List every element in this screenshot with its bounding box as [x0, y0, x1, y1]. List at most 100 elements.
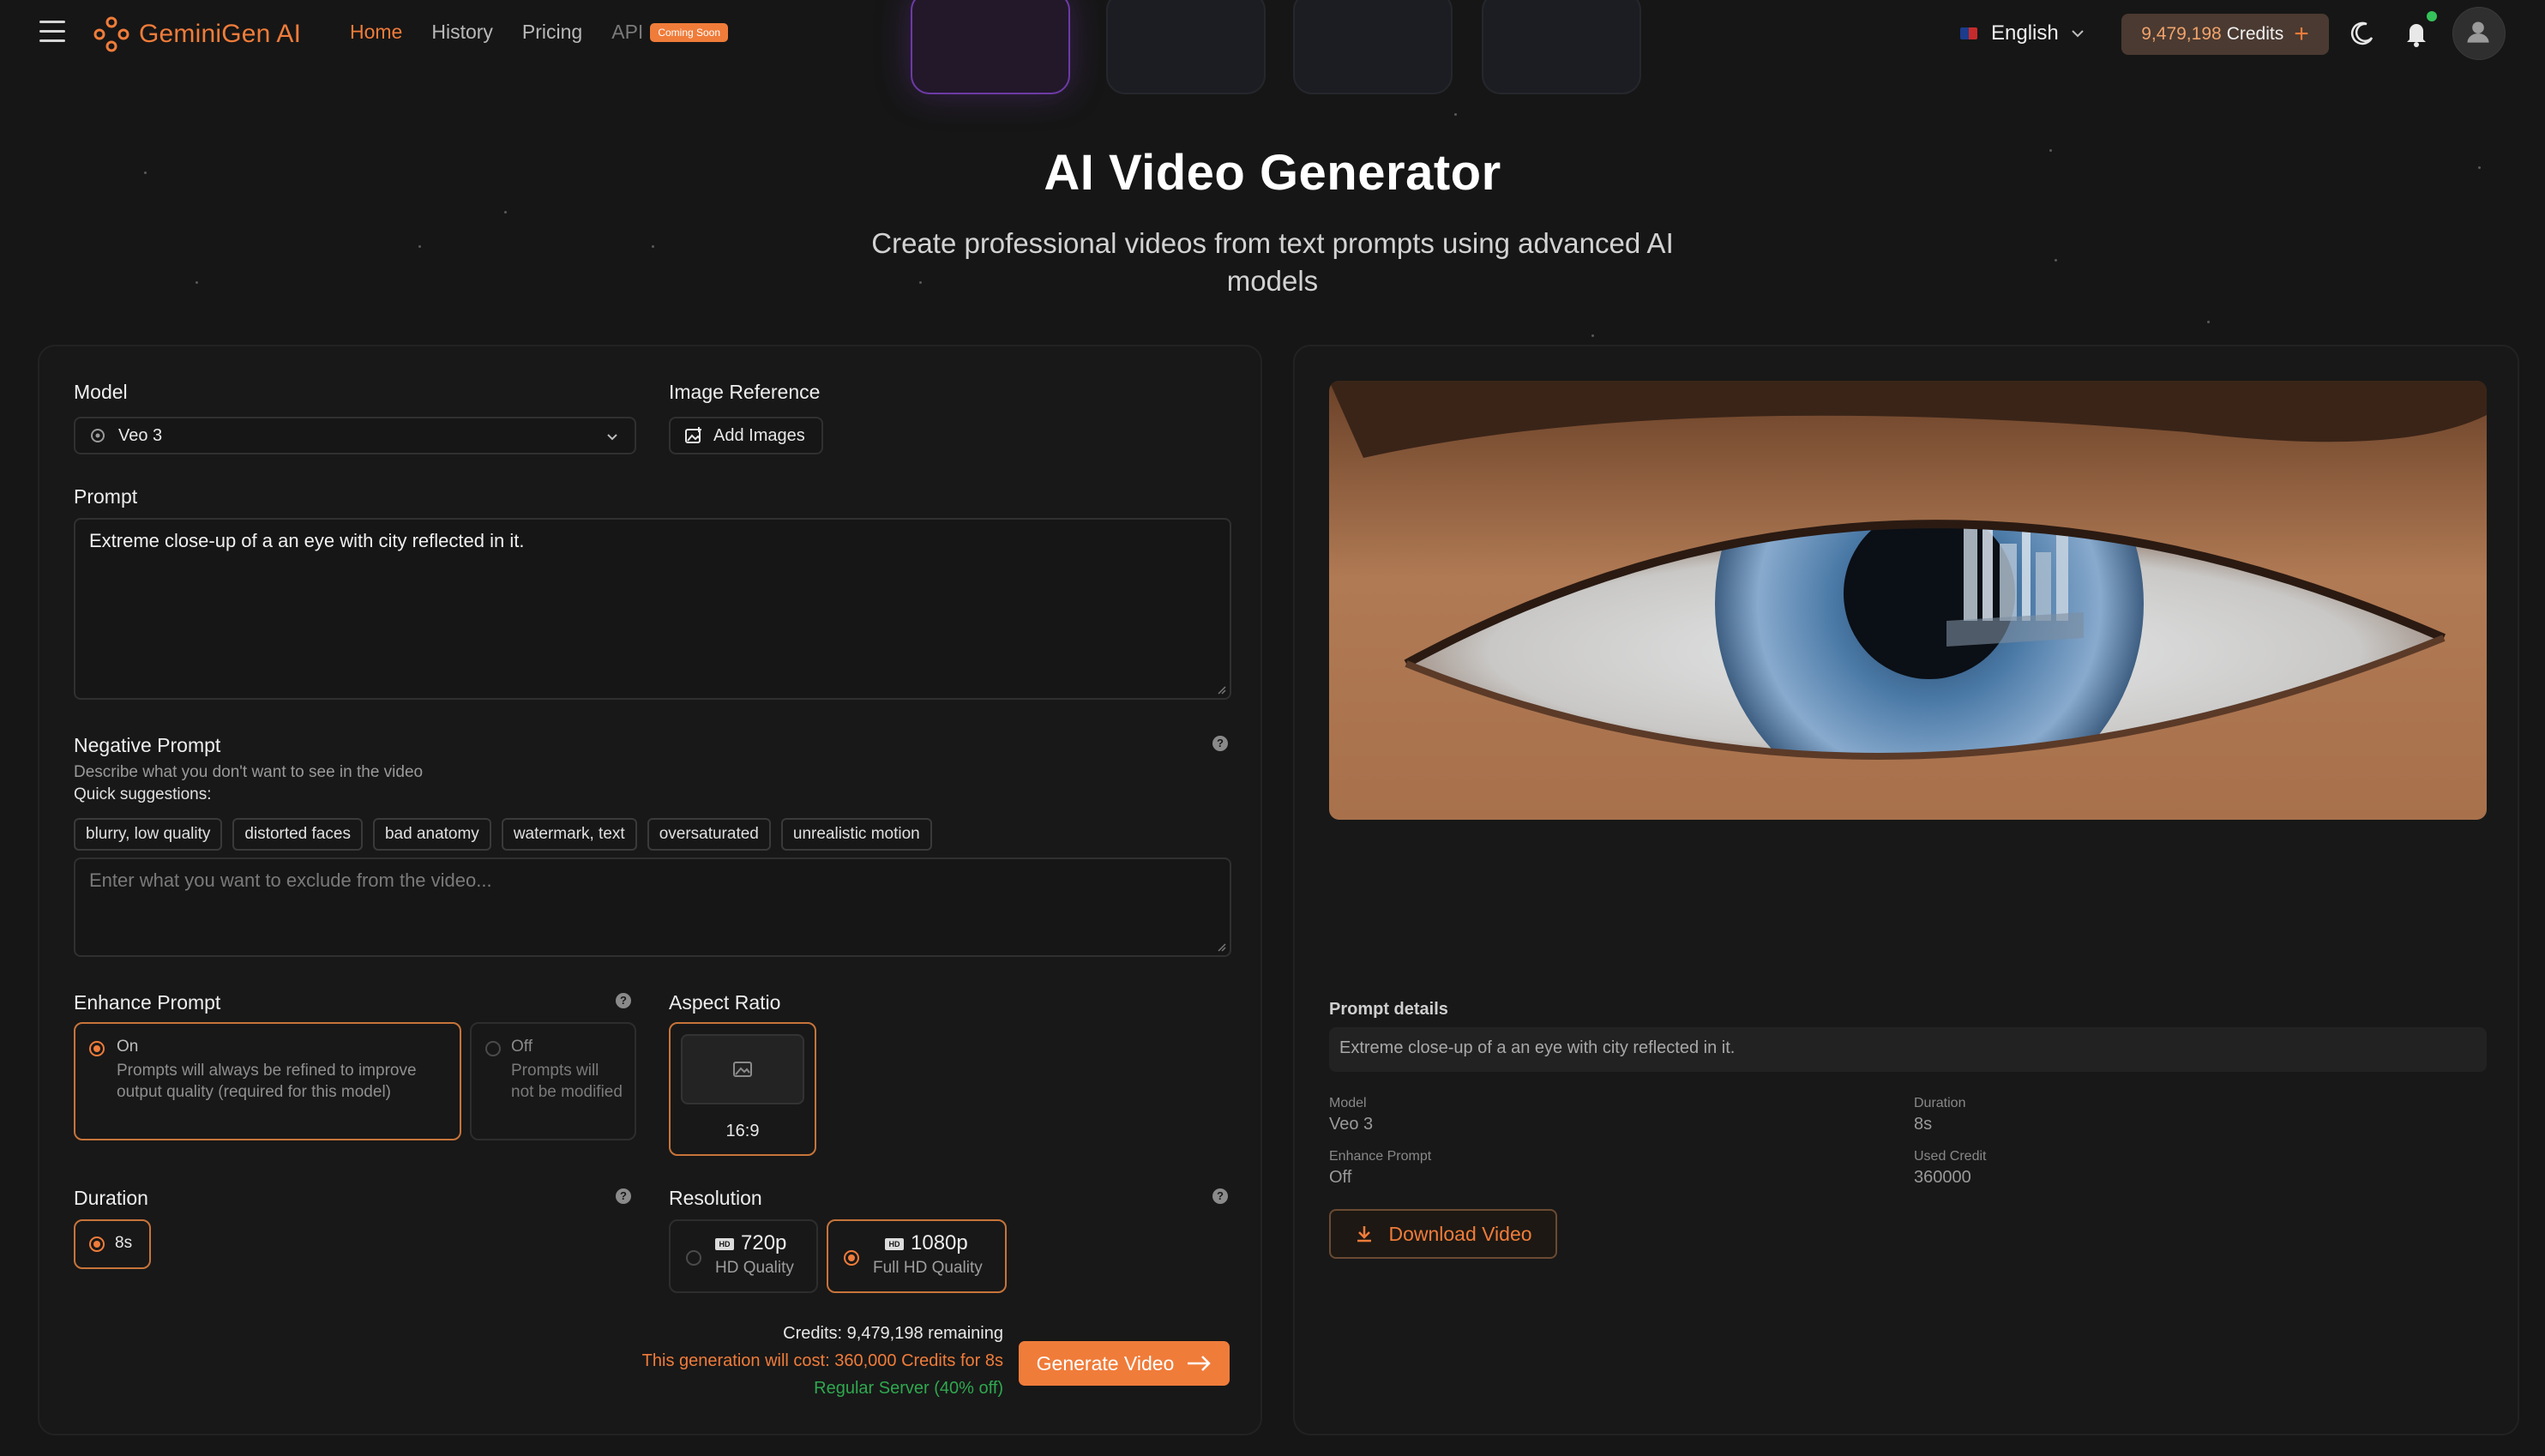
nav-links: Home History Pricing API Coming Soon: [350, 21, 729, 44]
moon-icon[interactable]: [2346, 17, 2379, 50]
video-preview[interactable]: [1329, 381, 2487, 820]
coming-soon-badge: Coming Soon: [650, 22, 729, 42]
enhance-on-radio[interactable]: [89, 1041, 105, 1056]
suggestion-chip[interactable]: watermark, text: [501, 818, 637, 851]
brand-name: GeminiGen AI: [139, 20, 302, 48]
resolution-720-subtitle: HD Quality: [715, 1259, 794, 1277]
image-reference-label: Image Reference: [669, 381, 821, 403]
enhance-on-description: Prompts will always be refined to improv…: [117, 1062, 417, 1101]
help-icon[interactable]: ?: [1212, 1188, 1228, 1204]
download-video-label: Download Video: [1388, 1222, 1532, 1245]
duration-label: Duration: [74, 1187, 148, 1209]
duration-radio[interactable]: [89, 1236, 105, 1252]
enhance-on-option[interactable]: On Prompts will always be refined to imp…: [74, 1022, 461, 1140]
plus-icon: +: [2294, 20, 2309, 48]
help-icon[interactable]: ?: [1212, 736, 1228, 751]
resolution-720-radio[interactable]: [686, 1250, 701, 1266]
chevron-down-icon: [2072, 30, 2084, 38]
nav-link-history[interactable]: History: [431, 21, 493, 44]
resize-handle-icon[interactable]: [1216, 942, 1226, 952]
add-images-label: Add Images: [713, 425, 805, 445]
duration-option[interactable]: 8s: [74, 1219, 151, 1269]
prompt-label: Prompt: [74, 485, 138, 508]
generation-cost-text: This generation will cost: 360,000 Credi…: [641, 1351, 1003, 1370]
quick-suggestions-label: Quick suggestions:: [74, 785, 212, 803]
brand-logo[interactable]: GeminiGen AI: [93, 15, 301, 53]
resize-handle-icon[interactable]: [1216, 684, 1226, 695]
credits-button[interactable]: 9,479,198 Credits +: [2121, 14, 2329, 55]
suggestion-chip[interactable]: bad anatomy: [372, 818, 491, 851]
aspect-ratio-label: Aspect Ratio: [669, 991, 781, 1014]
enhance-off-radio[interactable]: [485, 1041, 501, 1056]
server-info-text: Regular Server (40% off): [814, 1379, 1003, 1398]
hd-icon: HD: [715, 1238, 734, 1250]
duration-value: 8s: [115, 1234, 133, 1252]
model-label: Model: [74, 381, 128, 403]
resolution-1080-subtitle: Full HD Quality: [873, 1259, 983, 1277]
suggestion-chip[interactable]: unrealistic motion: [780, 818, 932, 851]
meta-duration-value: 8s: [1914, 1115, 1933, 1134]
nav-link-home[interactable]: Home: [350, 21, 402, 44]
meta-duration-key: Duration: [1914, 1096, 1966, 1110]
resolution-1080-option[interactable]: HD 1080p Full HD Quality: [827, 1219, 1007, 1293]
page-title: AI Video Generator: [1044, 145, 1501, 201]
model-select[interactable]: Veo 3: [74, 417, 636, 454]
meta-enhance-key: Enhance Prompt: [1329, 1149, 1432, 1164]
negative-prompt-label: Negative Prompt: [74, 734, 221, 756]
aspect-ratio-preview: [681, 1034, 804, 1104]
page-subtitle: Create professional videos from text pro…: [871, 227, 1674, 297]
language-selector[interactable]: English: [1960, 17, 2085, 50]
negative-prompt-textarea[interactable]: Enter what you want to exclude from the …: [74, 857, 1231, 957]
menu-icon[interactable]: [39, 21, 65, 46]
image-add-icon: [685, 427, 701, 443]
meta-used-credit-key: Used Credit: [1914, 1149, 1987, 1164]
hd-icon: HD: [885, 1238, 904, 1250]
suggestion-chip[interactable]: oversaturated: [647, 818, 771, 851]
nav-link-api[interactable]: API Coming Soon: [611, 21, 729, 44]
nav-link-pricing[interactable]: Pricing: [522, 21, 582, 44]
suggestion-chips: blurry, low quality distorted faces bad …: [74, 818, 942, 851]
resolution-1080-title-text: 1080p: [911, 1231, 968, 1254]
enhance-off-title: Off: [511, 1038, 532, 1056]
add-images-button[interactable]: Add Images: [669, 417, 823, 454]
help-icon[interactable]: ?: [616, 993, 631, 1008]
resolution-720-title-text: 720p: [741, 1231, 787, 1254]
resolution-1080-title: HD 1080p: [885, 1231, 968, 1255]
resolution-1080-radio[interactable]: [844, 1250, 859, 1266]
enhance-on-title: On: [117, 1038, 139, 1056]
arrow-right-icon: [1188, 1356, 1212, 1371]
result-panel: Prompt details Extreme close-up of a an …: [1293, 345, 2519, 1435]
prompt-details-value: Extreme close-up of a an eye with city r…: [1329, 1027, 2487, 1072]
meta-enhance-value: Off: [1329, 1168, 1352, 1187]
aspect-ratio-option[interactable]: 16:9: [669, 1022, 816, 1156]
credits-value: 9,479,198: [2141, 24, 2222, 44]
meta-model-key: Model: [1329, 1096, 1367, 1110]
top-navigation: GeminiGen AI Home History Pricing API Co…: [0, 0, 2545, 69]
meta-model-value: Veo 3: [1329, 1115, 1374, 1134]
avatar[interactable]: [2452, 7, 2506, 60]
generator-form-panel: Model Veo 3 Image Reference Add Images P…: [38, 345, 1262, 1435]
prompt-details-label: Prompt details: [1329, 1000, 1448, 1019]
resolution-720-title: HD 720p: [715, 1231, 786, 1255]
video-preview-image: [1329, 381, 2487, 820]
prompt-textarea[interactable]: Extreme close-up of a an eye with city r…: [74, 518, 1231, 700]
download-video-button[interactable]: Download Video: [1329, 1209, 1557, 1259]
negative-prompt-placeholder: Enter what you want to exclude from the …: [89, 869, 492, 891]
credits-label: Credits: [2226, 24, 2284, 44]
resolution-label: Resolution: [669, 1187, 762, 1209]
language-label: English: [1991, 21, 2059, 45]
credits-remaining-text: Credits: 9,479,198 remaining: [783, 1324, 1003, 1343]
nav-api-label: API: [611, 21, 644, 43]
generate-video-button[interactable]: Generate Video: [1019, 1341, 1230, 1386]
suggestion-chip[interactable]: blurry, low quality: [74, 818, 223, 851]
enhance-prompt-label: Enhance Prompt: [74, 991, 221, 1014]
download-icon: [1357, 1226, 1372, 1242]
user-icon: [2467, 21, 2489, 43]
resolution-720-option[interactable]: HD 720p HD Quality: [669, 1219, 818, 1293]
enhance-off-option[interactable]: Off Prompts will not be modified: [470, 1022, 636, 1140]
negative-prompt-description: Describe what you don't want to see in t…: [74, 763, 424, 781]
help-icon[interactable]: ?: [616, 1188, 631, 1204]
flag-uk-icon: [1960, 27, 1977, 39]
suggestion-chip[interactable]: distorted faces: [232, 818, 363, 851]
brand-logo-icon: [93, 16, 129, 52]
